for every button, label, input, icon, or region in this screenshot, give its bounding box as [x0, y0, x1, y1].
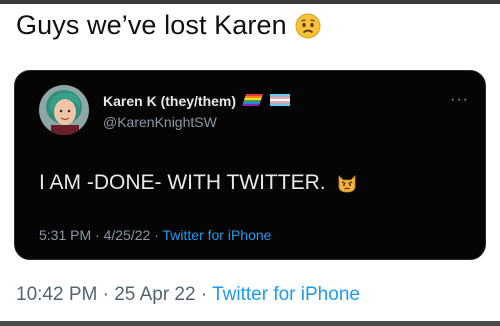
top-frame-bar [0, 0, 500, 4]
tweet-body: I AM -DONE- WITH TWITTER. [39, 171, 358, 195]
worried-face-icon [295, 13, 321, 39]
author-name-text: Karen K (they/them) [103, 93, 237, 109]
more-dots-icon[interactable]: ··· [450, 91, 469, 109]
embedded-tweet-card[interactable]: Karen K (they/them) @KarenKnightSW ··· I… [14, 70, 486, 260]
trans-flag-icon [270, 93, 291, 109]
rainbow-flag-icon [242, 93, 264, 109]
tweet-timestamp: 5:31 PM · 4/25/22 · Twitter for iPhone [39, 227, 271, 243]
author-handle[interactable]: @KarenKnightSW [103, 114, 217, 130]
meta-separator: · [200, 284, 213, 305]
headline-text: Guys we’ve lost Karen [16, 10, 287, 40]
tweet-body-text: I AM -DONE- WITH TWITTER. [39, 171, 326, 194]
tweet-headline: Guys we’ve lost Karen [16, 10, 321, 41]
outer-date[interactable]: 25 Apr 22 [114, 284, 195, 305]
avatar[interactable] [39, 85, 89, 135]
tweet-date[interactable]: 4/25/22 [104, 227, 151, 243]
bottom-frame-bar [0, 321, 500, 326]
pouting-cat-icon [336, 172, 358, 194]
outer-time[interactable]: 10:42 PM [16, 284, 97, 305]
meta-separator: · [154, 227, 163, 243]
meta-separator: · [102, 284, 115, 305]
meta-separator: · [95, 227, 104, 243]
outer-tweet-timestamp: 10:42 PM · 25 Apr 22 · Twitter for iPhon… [16, 284, 360, 306]
tweet-source-link[interactable]: Twitter for iPhone [163, 227, 272, 243]
outer-source-link[interactable]: Twitter for iPhone [212, 284, 360, 305]
author-name[interactable]: Karen K (they/them) [103, 93, 291, 109]
tweet-time[interactable]: 5:31 PM [39, 227, 91, 243]
